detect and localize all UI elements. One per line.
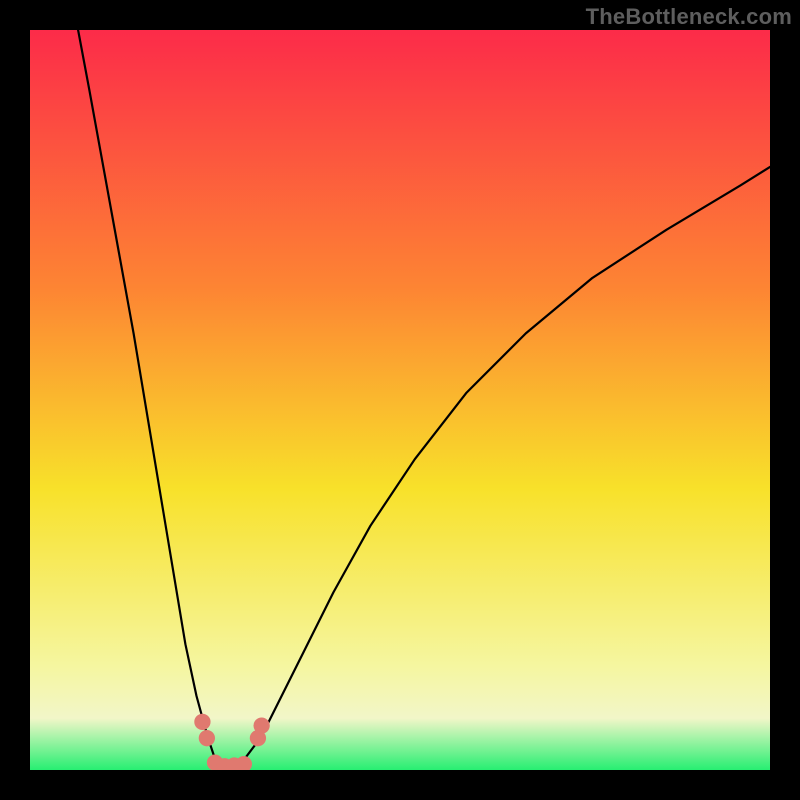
chart-svg xyxy=(30,30,770,770)
marker-dot xyxy=(199,730,215,746)
marker-dot xyxy=(253,717,269,733)
marker-dot xyxy=(194,714,210,730)
watermark-text: TheBottleneck.com xyxy=(586,4,792,30)
chart-frame: TheBottleneck.com xyxy=(0,0,800,800)
gradient-background xyxy=(30,30,770,770)
chart-plot-area xyxy=(30,30,770,770)
